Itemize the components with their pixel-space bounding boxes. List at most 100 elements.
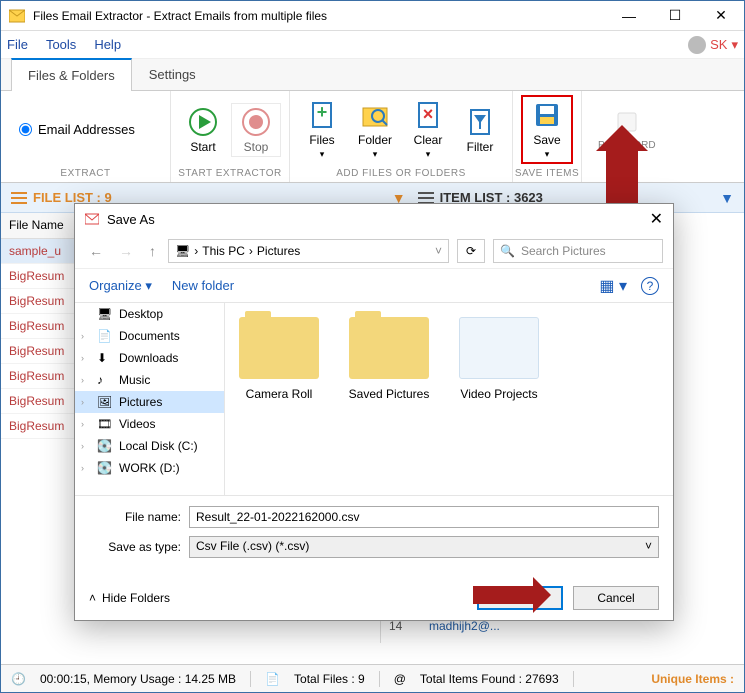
annotation-arrow <box>606 151 638 207</box>
svg-text:×: × <box>423 104 434 124</box>
at-icon: @ <box>394 672 406 686</box>
hide-folders-button[interactable]: ˄Hide Folders <box>89 591 170 605</box>
dialog-body: 🖥Desktop ›📄Documents ›⬇Downloads ›♪Music… <box>75 302 673 496</box>
forward-button[interactable]: → <box>115 243 137 259</box>
back-button[interactable]: ← <box>85 243 107 259</box>
save-label: Save <box>533 133 560 147</box>
dialog-close-button[interactable]: ✕ <box>650 209 663 229</box>
radio-input[interactable] <box>19 123 32 136</box>
organize-menu[interactable]: Organize ▾ <box>89 278 152 294</box>
tree-node-downloads[interactable]: ›⬇Downloads <box>75 347 224 369</box>
stop-label: Stop <box>244 140 269 154</box>
filter-label: Filter <box>467 140 494 154</box>
save-button[interactable]: Save▾ <box>521 95 573 164</box>
dialog-toolbar: Organize ▾ New folder ▦ ▾ ? <box>75 268 673 302</box>
funnel-icon[interactable]: ▼ <box>720 190 734 206</box>
stop-icon <box>240 106 272 138</box>
app-icon <box>9 8 25 24</box>
start-label: Start <box>190 140 215 154</box>
clear-label: Clear <box>414 133 443 147</box>
folder-item[interactable]: Video Projects <box>455 317 543 401</box>
save-type-label: Save as type: <box>89 540 189 554</box>
save-type-select[interactable]: Csv File (.csv) (*.csv)˅ <box>189 536 659 558</box>
tree-node-desktop[interactable]: 🖥Desktop <box>75 303 224 325</box>
play-icon <box>187 106 219 138</box>
search-icon: 🔍 <box>500 244 515 258</box>
extract-email-radio[interactable]: Email Addresses <box>9 122 145 137</box>
files-icon: 📄 <box>265 672 280 686</box>
files-button[interactable]: + Files▾ <box>298 97 346 162</box>
ribbon-tabs: Files & Folders Settings <box>1 59 744 91</box>
save-icon <box>531 99 563 131</box>
up-button[interactable]: ↑ <box>145 243 160 259</box>
status-bar: 🕘 00:00:15, Memory Usage : 14.25 MB 📄 To… <box>1 664 744 692</box>
tab-settings[interactable]: Settings <box>132 58 213 90</box>
group-label-extract: EXTRACT <box>1 168 170 182</box>
user-icon <box>688 36 706 54</box>
stop-button[interactable]: Stop <box>231 103 281 157</box>
dialog-footer: ˄Hide Folders Save Cancel <box>75 576 673 620</box>
dialog-nav: ← → ↑ 🖥 › This PC › Pictures ˅ ⟳ 🔍 Searc… <box>75 234 673 268</box>
folder-search-icon <box>359 99 391 131</box>
tab-files-folders[interactable]: Files & Folders <box>11 58 132 91</box>
status-total-files: Total Files : 9 <box>294 672 365 686</box>
group-label-save: SAVE ITEMS <box>513 168 581 182</box>
maximize-button[interactable]: ☐ <box>652 1 698 31</box>
start-button[interactable]: Start <box>179 104 227 156</box>
search-placeholder: Search Pictures <box>521 244 606 258</box>
folder-button[interactable]: Folder▾ <box>350 97 400 162</box>
list-icon <box>11 192 27 204</box>
radio-label: Email Addresses <box>38 122 135 137</box>
chevron-down-icon: ▾ <box>731 37 738 53</box>
tree-node-local-c[interactable]: ›💽Local Disk (C:) <box>75 435 224 457</box>
folder-item[interactable]: Camera Roll <box>235 317 323 401</box>
svg-text:+: + <box>317 102 328 122</box>
filename-label: File name: <box>89 510 189 524</box>
folder-content[interactable]: Camera Roll Saved Pictures Video Project… <box>225 303 673 495</box>
pc-icon: 🖥 <box>175 244 190 258</box>
group-label-add: ADD FILES OR FOLDERS <box>290 168 512 182</box>
mail-icon <box>85 212 99 226</box>
tree-node-documents[interactable]: ›📄Documents <box>75 325 224 347</box>
tree-node-work-d[interactable]: ›💽WORK (D:) <box>75 457 224 479</box>
group-label-extractor: START EXTRACTOR <box>171 168 289 182</box>
filter-button[interactable]: Filter <box>456 104 504 156</box>
annotation-arrow <box>473 586 533 604</box>
filename-input[interactable] <box>189 506 659 528</box>
help-button[interactable]: ? <box>641 277 659 295</box>
view-menu[interactable]: ▦ ▾ <box>599 276 627 296</box>
file-add-icon: + <box>306 99 338 131</box>
folder-tree[interactable]: 🖥Desktop ›📄Documents ›⬇Downloads ›♪Music… <box>75 303 225 495</box>
tree-node-pictures[interactable]: ›🖼Pictures <box>75 391 224 413</box>
tree-node-videos[interactable]: ›🎞Videos <box>75 413 224 435</box>
search-input[interactable]: 🔍 Search Pictures <box>493 239 663 263</box>
dialog-fields: File name: Save as type: Csv File (.csv)… <box>75 496 673 576</box>
status-unique: Unique Items : <box>651 672 734 686</box>
refresh-button[interactable]: ⟳ <box>457 239 485 263</box>
tree-node-music[interactable]: ›♪Music <box>75 369 224 391</box>
address-bar[interactable]: 🖥 › This PC › Pictures ˅ <box>168 239 449 263</box>
clear-icon: × <box>412 99 444 131</box>
filter-icon <box>464 106 496 138</box>
new-folder-button[interactable]: New folder <box>172 278 234 293</box>
breadcrumb-root[interactable]: This PC <box>202 244 245 258</box>
folder-item[interactable]: Saved Pictures <box>345 317 433 401</box>
save-as-dialog: Save As ✕ ← → ↑ 🖥 › This PC › Pictures ˅… <box>74 203 674 621</box>
clear-button[interactable]: × Clear▾ <box>404 97 452 162</box>
clock-icon: 🕘 <box>11 672 26 686</box>
breadcrumb-folder[interactable]: Pictures <box>257 244 300 258</box>
minimize-button[interactable]: — <box>606 1 652 31</box>
menu-help[interactable]: Help <box>94 37 121 52</box>
dialog-title: Save As <box>107 212 155 227</box>
dialog-title-bar: Save As ✕ <box>75 204 673 234</box>
dialog-cancel-button[interactable]: Cancel <box>573 586 659 610</box>
files-label: Files <box>309 133 334 147</box>
menu-bar: File Tools Help SK ▾ <box>1 31 744 59</box>
close-button[interactable]: ✕ <box>698 1 744 31</box>
title-bar: Files Email Extractor - Extract Emails f… <box>1 1 744 31</box>
menu-file[interactable]: File <box>7 37 28 52</box>
status-total-found: Total Items Found : 27693 <box>420 672 559 686</box>
menu-tools[interactable]: Tools <box>46 37 76 52</box>
window-title: Files Email Extractor - Extract Emails f… <box>33 9 606 23</box>
user-menu[interactable]: SK ▾ <box>688 36 738 54</box>
